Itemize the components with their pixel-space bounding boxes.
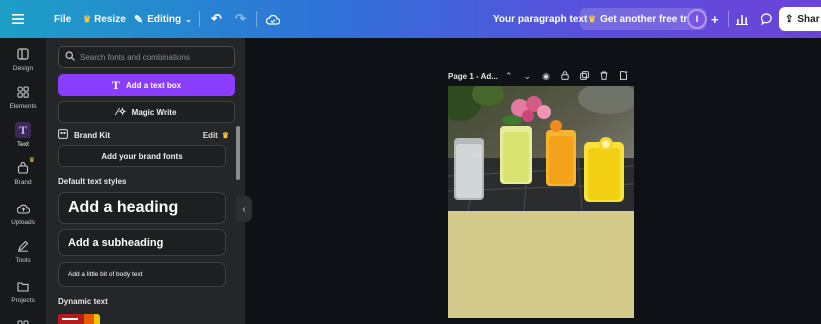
rail-item-design[interactable]: Design bbox=[0, 46, 46, 72]
eye-icon[interactable]: ◉ bbox=[542, 71, 550, 82]
cloud-upload-icon bbox=[15, 200, 31, 216]
resize-button[interactable]: ♛ Resize bbox=[83, 0, 126, 38]
magic-write-label: Magic Write bbox=[131, 107, 177, 117]
add-text-box-label: Add a text box bbox=[125, 80, 182, 90]
design-page[interactable] bbox=[448, 86, 634, 318]
duplicate-page-icon[interactable] bbox=[580, 70, 589, 82]
shapes-icon bbox=[15, 84, 31, 100]
search-input[interactable] bbox=[80, 52, 230, 62]
search-box[interactable] bbox=[58, 46, 235, 68]
brand-kit-row: Brand Kit Edit ♛ bbox=[58, 128, 235, 142]
dynamic-text-label: Dynamic text bbox=[58, 297, 108, 306]
drinks-photo[interactable] bbox=[448, 86, 634, 211]
layout-icon bbox=[15, 46, 31, 62]
edit-label: Edit bbox=[202, 130, 218, 140]
page-header: Page 1 - Ad... ⌃ ⌄ ◉ bbox=[448, 68, 638, 84]
brand-icon: ♛ bbox=[15, 157, 35, 176]
magic-write-button[interactable]: ⁄✧ Magic Write bbox=[58, 101, 235, 123]
chevron-left-icon: ‹ bbox=[242, 203, 246, 215]
chevron-down-icon: ⌄ bbox=[185, 14, 192, 24]
add-heading-button[interactable]: Add a heading bbox=[58, 192, 226, 224]
magic-wand-icon: ⁄✧ bbox=[116, 106, 127, 118]
editing-label: Editing bbox=[147, 13, 182, 25]
brand-kit-label: Brand Kit bbox=[74, 130, 110, 140]
avatar[interactable]: I bbox=[687, 9, 707, 29]
menu-icon[interactable] bbox=[12, 0, 24, 38]
apps-icon bbox=[15, 316, 31, 324]
rail-label: Tools bbox=[15, 257, 31, 264]
crown-icon: ♛ bbox=[28, 157, 35, 164]
dynamic-text-thumbnail[interactable] bbox=[58, 314, 100, 324]
lock-icon[interactable] bbox=[561, 70, 569, 82]
rail-label: Uploads bbox=[11, 219, 35, 226]
search-icon bbox=[65, 51, 75, 63]
brand-kit-icon bbox=[58, 129, 68, 141]
rail-item-uploads[interactable]: Uploads bbox=[0, 200, 46, 226]
share-button[interactable]: ⇪ Shar bbox=[779, 7, 821, 31]
pen-icon bbox=[15, 238, 31, 254]
collapse-panel-button[interactable]: ‹ bbox=[236, 196, 252, 222]
rail-item-projects[interactable]: Projects bbox=[0, 278, 46, 304]
rail-label: Design bbox=[12, 65, 34, 72]
default-styles-label: Default text styles bbox=[58, 177, 127, 186]
thumb-red bbox=[58, 314, 84, 324]
rail-item-brand[interactable]: ♛ Brand bbox=[0, 157, 46, 186]
add-subheading-button[interactable]: Add a subheading bbox=[58, 229, 226, 256]
rail-item-text[interactable]: T Text bbox=[0, 122, 46, 148]
brand-kit-edit[interactable]: Edit ♛ bbox=[203, 131, 229, 140]
text-icon: T bbox=[15, 122, 31, 138]
top-bar: File ♛ Resize ✎ Editing ⌄ ↶ ↷ Your parag… bbox=[0, 0, 821, 38]
rail-item-apps[interactable] bbox=[0, 316, 46, 324]
crown-icon: ♛ bbox=[83, 13, 92, 24]
undo-icon[interactable]: ↶ bbox=[211, 0, 222, 38]
divider bbox=[728, 11, 729, 27]
comment-icon[interactable] bbox=[761, 0, 773, 38]
rail-label: Elements bbox=[9, 103, 37, 110]
resize-label: Resize bbox=[94, 13, 126, 25]
text-panel: T Add a text box ⁄✧ Magic Write Brand Ki… bbox=[46, 38, 245, 324]
upload-icon: ⇪ bbox=[785, 13, 794, 25]
file-menu[interactable]: File bbox=[54, 0, 71, 38]
divider bbox=[199, 11, 200, 27]
chevron-down-icon[interactable]: ⌄ bbox=[524, 71, 532, 82]
editing-dropdown[interactable]: ✎ Editing ⌄ bbox=[134, 0, 192, 38]
crown-icon: ♛ bbox=[588, 13, 597, 24]
cloud-saved-icon[interactable] bbox=[266, 0, 280, 38]
add-text-box-button[interactable]: T Add a text box bbox=[58, 74, 235, 96]
rail-label: Text bbox=[17, 141, 29, 148]
chevron-up-icon[interactable]: ⌃ bbox=[505, 71, 513, 82]
rail-item-tools[interactable]: Tools bbox=[0, 238, 46, 264]
crown-icon: ♛ bbox=[221, 130, 229, 140]
plus-icon[interactable]: + bbox=[711, 0, 719, 38]
page-label[interactable]: Page 1 - Ad... bbox=[448, 72, 498, 81]
pencil-icon: ✎ bbox=[134, 13, 144, 26]
thumb-line bbox=[62, 318, 78, 320]
divider bbox=[256, 11, 257, 27]
rail-item-elements[interactable]: Elements bbox=[0, 84, 46, 110]
trial-label: Get another free trial bbox=[600, 13, 699, 25]
folder-icon bbox=[15, 278, 31, 294]
rail-label: Projects bbox=[11, 297, 35, 304]
insights-icon[interactable] bbox=[736, 0, 748, 38]
share-label: Shar bbox=[797, 13, 820, 25]
panel-scrollbar[interactable] bbox=[236, 126, 240, 180]
thumb-yellow bbox=[94, 314, 100, 324]
left-rail: Design Elements T Text ♛ Brand Uploads T… bbox=[0, 38, 46, 324]
document-title[interactable]: Your paragraph text bbox=[493, 0, 587, 38]
trash-icon[interactable] bbox=[600, 71, 608, 82]
add-page-icon[interactable] bbox=[619, 70, 628, 82]
text-icon: T bbox=[111, 77, 120, 92]
add-body-text-button[interactable]: Add a little bit of body text bbox=[58, 262, 226, 287]
redo-icon[interactable]: ↷ bbox=[235, 0, 246, 38]
thumb-orange bbox=[84, 314, 94, 324]
add-brand-fonts-button[interactable]: Add your brand fonts bbox=[58, 145, 226, 167]
rail-label: Brand bbox=[14, 179, 32, 186]
page-tools: ⌃ ⌄ ◉ bbox=[505, 70, 628, 82]
